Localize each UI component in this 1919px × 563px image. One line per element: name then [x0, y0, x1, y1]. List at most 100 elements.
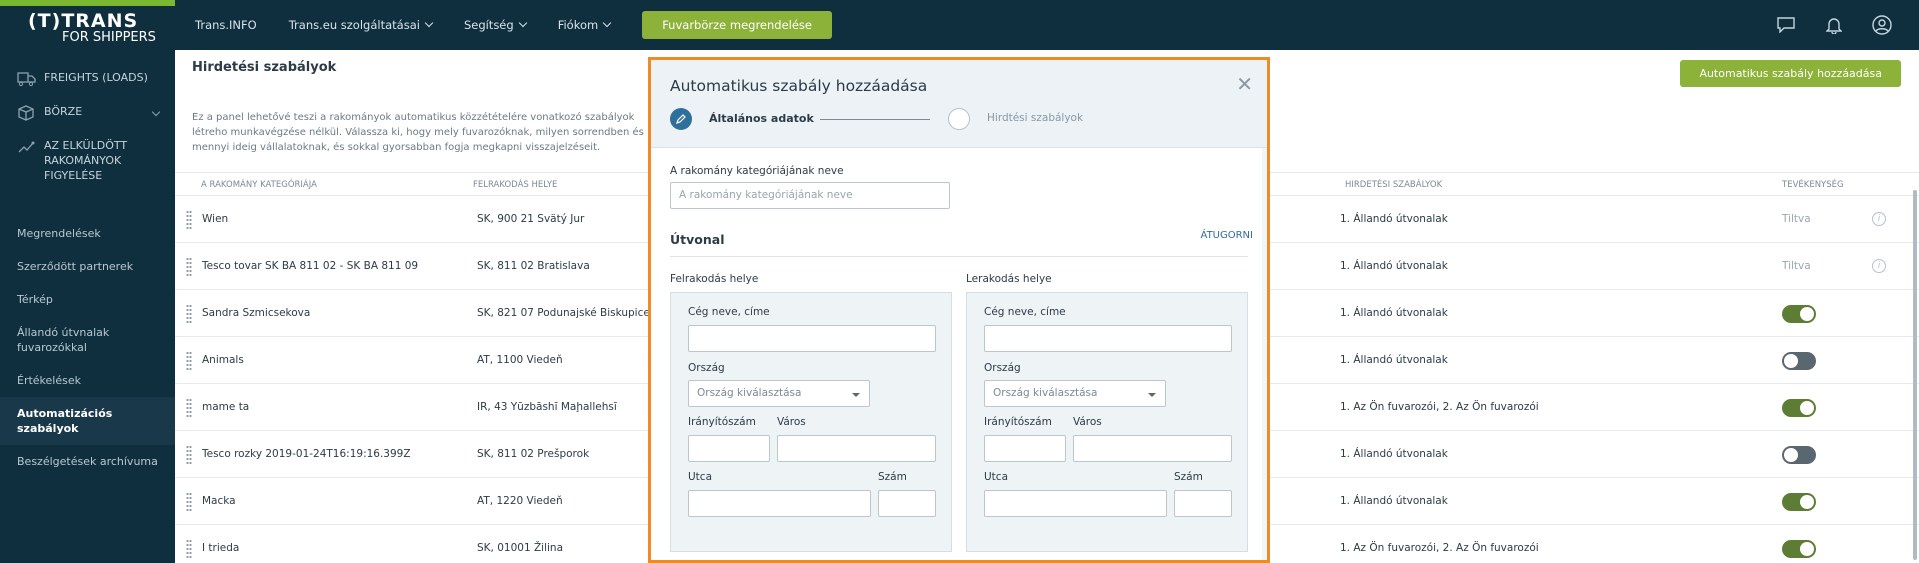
grip-icon[interactable] [186, 398, 192, 418]
skip-link[interactable]: ÁTUGORNI [1201, 230, 1254, 241]
sidebar-item-orders[interactable]: Megrendelések [0, 217, 175, 250]
row-category: Wien [202, 213, 229, 225]
sidebar-item-label: BÖRZE [44, 105, 83, 118]
nav-services[interactable]: Trans.eu szolgáltatásai [288, 18, 434, 32]
chat-icon[interactable] [1775, 14, 1797, 36]
nav-label: Trans.INFO [195, 18, 257, 32]
step-general-data: Általános adatok [709, 112, 814, 125]
grip-icon[interactable] [186, 445, 192, 465]
grip-icon[interactable] [186, 210, 192, 230]
unloading-city-input[interactable] [1073, 435, 1232, 462]
info-icon[interactable]: i [1872, 259, 1886, 273]
unloading-country-select[interactable]: Ország kiválasztása [984, 380, 1166, 407]
unloading-company-input[interactable] [984, 325, 1232, 352]
select-value: Ország kiválasztása [697, 387, 802, 399]
info-icon[interactable]: i [1872, 212, 1886, 226]
row-loading-place: AT, 1100 Viedeň [477, 354, 563, 366]
close-icon[interactable]: ✕ [1236, 74, 1253, 94]
nav-label: Fiókom [557, 18, 599, 32]
grip-icon[interactable] [186, 304, 192, 324]
unloading-street-input[interactable] [984, 490, 1167, 517]
col-header-category: A RAKOMÁNY KATEGÓRIÁJA [201, 180, 317, 190]
nav-label: Trans.eu szolgáltatásai [288, 18, 420, 32]
activity-toggle[interactable] [1782, 352, 1816, 370]
city-label: Város [1073, 416, 1102, 428]
loading-country-select[interactable]: Ország kiválasztása [688, 380, 870, 407]
row-rules: 1. Az Ön fuvarozói, 2. Az Ön fuvarozói [1340, 401, 1539, 413]
activity-toggle[interactable] [1782, 540, 1816, 558]
sidebar-item-map[interactable]: Térkép [0, 283, 175, 316]
chevron-down-icon [518, 18, 527, 28]
sidebar-item-chat-archive[interactable]: Beszélgetések archívuma [0, 445, 175, 478]
sidebar-item-exchange[interactable]: BÖRZE [0, 96, 175, 130]
unloading-number-input[interactable] [1174, 490, 1232, 517]
country-label: Ország [984, 362, 1021, 374]
grip-icon[interactable] [186, 351, 192, 371]
sidebar-main: FREIGHTS (LOADS) BÖRZE AZ ELKÜLDÖTT RAKO… [0, 50, 175, 191]
sidebar-item-freights[interactable]: FREIGHTS (LOADS) [0, 62, 175, 96]
company-label: Cég neve, címe [984, 306, 1066, 318]
order-exchange-button[interactable]: Fuvarbörze megrendelése [642, 11, 833, 39]
bell-icon[interactable] [1823, 14, 1845, 36]
row-category: mame ta [202, 401, 250, 413]
loading-place-title: Felrakodás helye [670, 273, 759, 285]
col-header-loading: FELRAKODÁS HELYE [473, 180, 558, 190]
truck-icon [17, 72, 36, 87]
loading-zip-input[interactable] [688, 435, 770, 462]
loading-city-input[interactable] [777, 435, 936, 462]
loading-street-input[interactable] [688, 490, 871, 517]
loading-company-input[interactable] [688, 325, 936, 352]
logo[interactable]: (T)TRANS FOR SHIPPERS [28, 12, 156, 45]
grip-icon[interactable] [186, 539, 192, 559]
row-category: I trieda [202, 542, 240, 554]
nav-help[interactable]: Segítség [464, 18, 527, 32]
sidebar-item-partners[interactable]: Szerződött partnerek [0, 250, 175, 283]
divider [670, 256, 1248, 257]
logo-line2: FOR SHIPPERS [62, 30, 156, 45]
grip-icon[interactable] [186, 492, 192, 512]
activity-toggle[interactable] [1782, 446, 1816, 464]
sidebar: FREIGHTS (LOADS) BÖRZE AZ ELKÜLDÖTT RAKO… [0, 50, 175, 563]
activity-toggle[interactable] [1782, 305, 1816, 323]
modal-body: A rakomány kategóriájának neve A rakomán… [651, 148, 1267, 560]
number-label: Szám [1174, 471, 1203, 483]
sidebar-item-tracking[interactable]: AZ ELKÜLDÖTT RAKOMÁNYOK FIGYELÉSE [0, 130, 175, 191]
add-automatic-rule-button[interactable]: Automatikus szabály hozzáadása [1680, 60, 1901, 87]
col-header-activity: TEVÉKENYSÉG [1782, 180, 1844, 190]
top-icons [1775, 0, 1919, 50]
row-rules: 1. Az Ön fuvarozói, 2. Az Ön fuvarozói [1340, 542, 1539, 554]
activity-toggle[interactable] [1782, 399, 1816, 417]
row-category: Sandra Szmicsekova [202, 307, 311, 319]
grip-icon[interactable] [186, 257, 192, 277]
loading-panel: Cég neve, címe Ország Ország kiválasztás… [670, 292, 952, 552]
status-label: Tiltva [1782, 260, 1811, 272]
col-header-rules: HIRDETÉSI SZABÁLYOK [1345, 180, 1443, 190]
nav-account[interactable]: Fiókom [557, 18, 612, 32]
modal-scrollbar[interactable] [1262, 148, 1267, 560]
row-loading-place: SK, 811 02 Prešporok [477, 448, 590, 460]
table-scrollbar[interactable] [1913, 190, 1917, 560]
city-label: Város [777, 416, 806, 428]
unloading-place-title: Lerakodás helye [966, 273, 1052, 285]
sidebar-item-ratings[interactable]: Értékelések [0, 364, 175, 397]
row-loading-place: SK, 01001 Žilina [477, 542, 563, 554]
sidebar-item-automation[interactable]: Automatizációs szabályok [0, 397, 175, 445]
row-loading-place: IR, 43 Yūzbāshī Maḩallehsī [477, 401, 617, 413]
box-icon [18, 105, 34, 121]
loading-number-input[interactable] [878, 490, 936, 517]
status-label: Tiltva [1782, 213, 1811, 225]
chevron-down-icon [424, 18, 434, 28]
sidebar-sub: Megrendelések Szerződött partnerek Térké… [0, 217, 175, 478]
row-rules: 1. Állandó útvonalak [1340, 260, 1448, 272]
page-description: Ez a panel lehetővé teszi a rakományok a… [192, 112, 644, 153]
sidebar-item-routes[interactable]: Állandó útvnalak fuvarozókkal [0, 316, 175, 364]
street-label: Utca [984, 471, 1009, 483]
category-name-input[interactable]: A rakomány kategóriájának neve [670, 182, 950, 209]
user-icon[interactable] [1871, 14, 1893, 36]
activity-toggle[interactable] [1782, 493, 1816, 511]
unloading-zip-input[interactable] [984, 435, 1066, 462]
category-name-label: A rakomány kategóriájának neve [670, 165, 844, 177]
street-label: Utca [688, 471, 713, 483]
row-loading-place: SK, 900 21 Svätý Jur [477, 213, 585, 225]
nav-trans-info[interactable]: Trans.INFO [195, 18, 257, 32]
